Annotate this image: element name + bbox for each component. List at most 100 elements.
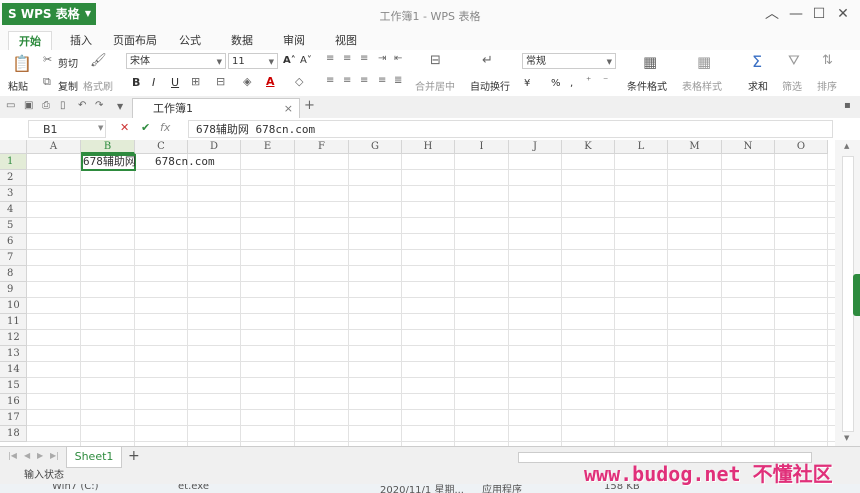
taskbar-item-et[interactable]: et.exe [178,484,209,492]
underline-button[interactable]: U [171,76,179,89]
row-header-15[interactable]: 15 [0,378,27,394]
column-header-n[interactable]: N [722,140,775,154]
row-header-5[interactable]: 5 [0,218,27,234]
font-color-button[interactable]: A [266,75,275,88]
filter-button[interactable]: 筛选 [782,78,802,93]
column-header-h[interactable]: H [402,140,455,154]
row-header-6[interactable]: 6 [0,234,27,250]
fill-color-icon[interactable]: ◈ [243,75,251,88]
redo-icon[interactable]: ↷ [95,100,103,111]
taskbar-item-drive[interactable]: Win7 (C:) [52,484,98,492]
tab-insert[interactable]: 插入 [62,31,100,50]
decrease-font-button[interactable]: A˅ [300,55,312,66]
font-size-select[interactable]: 11 ▼ [228,53,278,69]
row-header-12[interactable]: 12 [0,330,27,346]
font-name-select[interactable]: 宋体 ▼ [126,53,226,69]
column-header-e[interactable]: E [241,140,295,154]
confirm-icon[interactable]: ✔ [141,121,150,134]
row-header-3[interactable]: 3 [0,186,27,202]
paste-button[interactable]: 粘贴 [8,78,28,93]
next-sheet-icon[interactable]: ▶ [37,451,43,460]
add-sheet-button[interactable]: + [128,448,140,464]
column-header-g[interactable]: G [349,140,402,154]
align-bottom-icon[interactable]: ≡ [360,53,368,64]
select-all-corner[interactable] [0,140,27,154]
align-top-icon[interactable]: ≡ [326,53,334,64]
new-tab-button[interactable]: + [304,98,315,113]
prev-sheet-icon[interactable]: ◀ [24,451,30,460]
conditional-format-button[interactable]: 条件格式 [627,78,667,93]
scroll-up-icon[interactable]: ▲ [844,142,849,150]
close-button[interactable]: ✕ [833,5,853,23]
merge-icon[interactable]: ⊟ [216,75,225,88]
print-preview-icon[interactable]: ▯ [60,100,66,111]
minimize-button[interactable]: — [786,5,806,23]
maximize-button[interactable]: ☐ [809,5,829,23]
column-header-a[interactable]: A [27,140,81,154]
tab-review[interactable]: 审阅 [276,31,312,50]
close-icon[interactable]: × [284,99,293,119]
paste-icon[interactable]: 📋 [12,54,32,73]
column-header-k[interactable]: K [562,140,615,154]
column-header-m[interactable]: M [668,140,722,154]
collapse-ribbon-button[interactable]: ︿ [762,5,782,23]
tab-data[interactable]: 数据 [224,31,260,50]
tab-page-layout[interactable]: 页面布局 [110,31,160,50]
row-header-9[interactable]: 9 [0,282,27,298]
sum-button[interactable]: 求和 [748,78,768,93]
thousands-button[interactable]: , [570,78,573,89]
tab-home[interactable]: 开始 [8,31,52,51]
function-icon[interactable]: fx [160,121,170,134]
open-icon[interactable]: ▭ [6,100,15,111]
italic-button[interactable]: I [152,76,155,89]
bold-button[interactable]: B [132,76,140,89]
merge-center-button[interactable]: 合并居中 [415,78,455,93]
outdent-icon[interactable]: ⇤ [394,53,402,64]
column-header-o[interactable]: O [775,140,828,154]
table-style-button[interactable]: 表格样式 [682,78,722,93]
row-header-10[interactable]: 10 [0,298,27,314]
column-header-c[interactable]: C [135,140,188,154]
currency-button[interactable]: ¥ [524,78,530,89]
name-box[interactable]: B1 [28,120,106,138]
align-center-icon[interactable]: ≡ [343,75,351,86]
sort-button[interactable]: 排序 [817,78,837,93]
panel-toggle-icon[interactable]: ▪ [844,100,851,111]
cell-c1[interactable]: 678cn.com [155,154,215,170]
distributed-icon[interactable]: ≣ [394,75,402,86]
increase-decimal-icon[interactable]: ⁺ [586,76,591,87]
tab-workbook1[interactable]: 工作簿1 × [132,98,300,118]
row-header-13[interactable]: 13 [0,346,27,362]
cell-b1[interactable]: 678辅助网 [83,154,136,170]
border-icon[interactable]: ⊞ [191,75,200,88]
increase-font-button[interactable]: A˄ [283,55,296,66]
row-header-4[interactable]: 4 [0,202,27,218]
decrease-decimal-icon[interactable]: ⁻ [603,76,608,87]
justify-icon[interactable]: ≡ [378,75,386,86]
scroll-down-icon[interactable]: ▼ [844,434,849,442]
copy-button[interactable]: 复制 [58,78,78,93]
column-header-j[interactable]: J [509,140,562,154]
align-right-icon[interactable]: ≡ [360,75,368,86]
clear-format-icon[interactable]: ◇ [295,75,303,88]
row-header-16[interactable]: 16 [0,394,27,410]
column-header-b[interactable]: B [81,140,135,154]
align-middle-icon[interactable]: ≡ [343,53,351,64]
format-painter-button[interactable]: 格式刷 [83,78,113,93]
last-sheet-icon[interactable]: ▶| [50,451,59,460]
row-header-18[interactable]: 18 [0,426,27,442]
row-header-1[interactable]: 1 [0,154,27,170]
tab-view[interactable]: 视图 [328,31,364,50]
cancel-icon[interactable]: ✕ [120,121,129,134]
chevron-down-icon[interactable]: ▼ [117,102,123,111]
vertical-scrollbar[interactable]: ▲ ▼ [835,140,860,446]
percent-button[interactable]: % [551,78,561,89]
undo-icon[interactable]: ↶ [78,100,86,111]
row-header-17[interactable]: 17 [0,410,27,426]
indent-icon[interactable]: ⇥ [378,53,386,64]
spreadsheet-grid[interactable]: ABCDEFGHIJKLMNO 1 2 3 4 5 6 7 8 9 10 11 12 13 14 15 16 1… [0,140,835,446]
sheet-tab-sheet1[interactable]: Sheet1 [66,447,122,468]
row-header-2[interactable]: 2 [0,170,27,186]
cut-button[interactable]: 剪切 [58,55,78,70]
number-format-select[interactable]: 常规 ▼ [522,53,616,69]
